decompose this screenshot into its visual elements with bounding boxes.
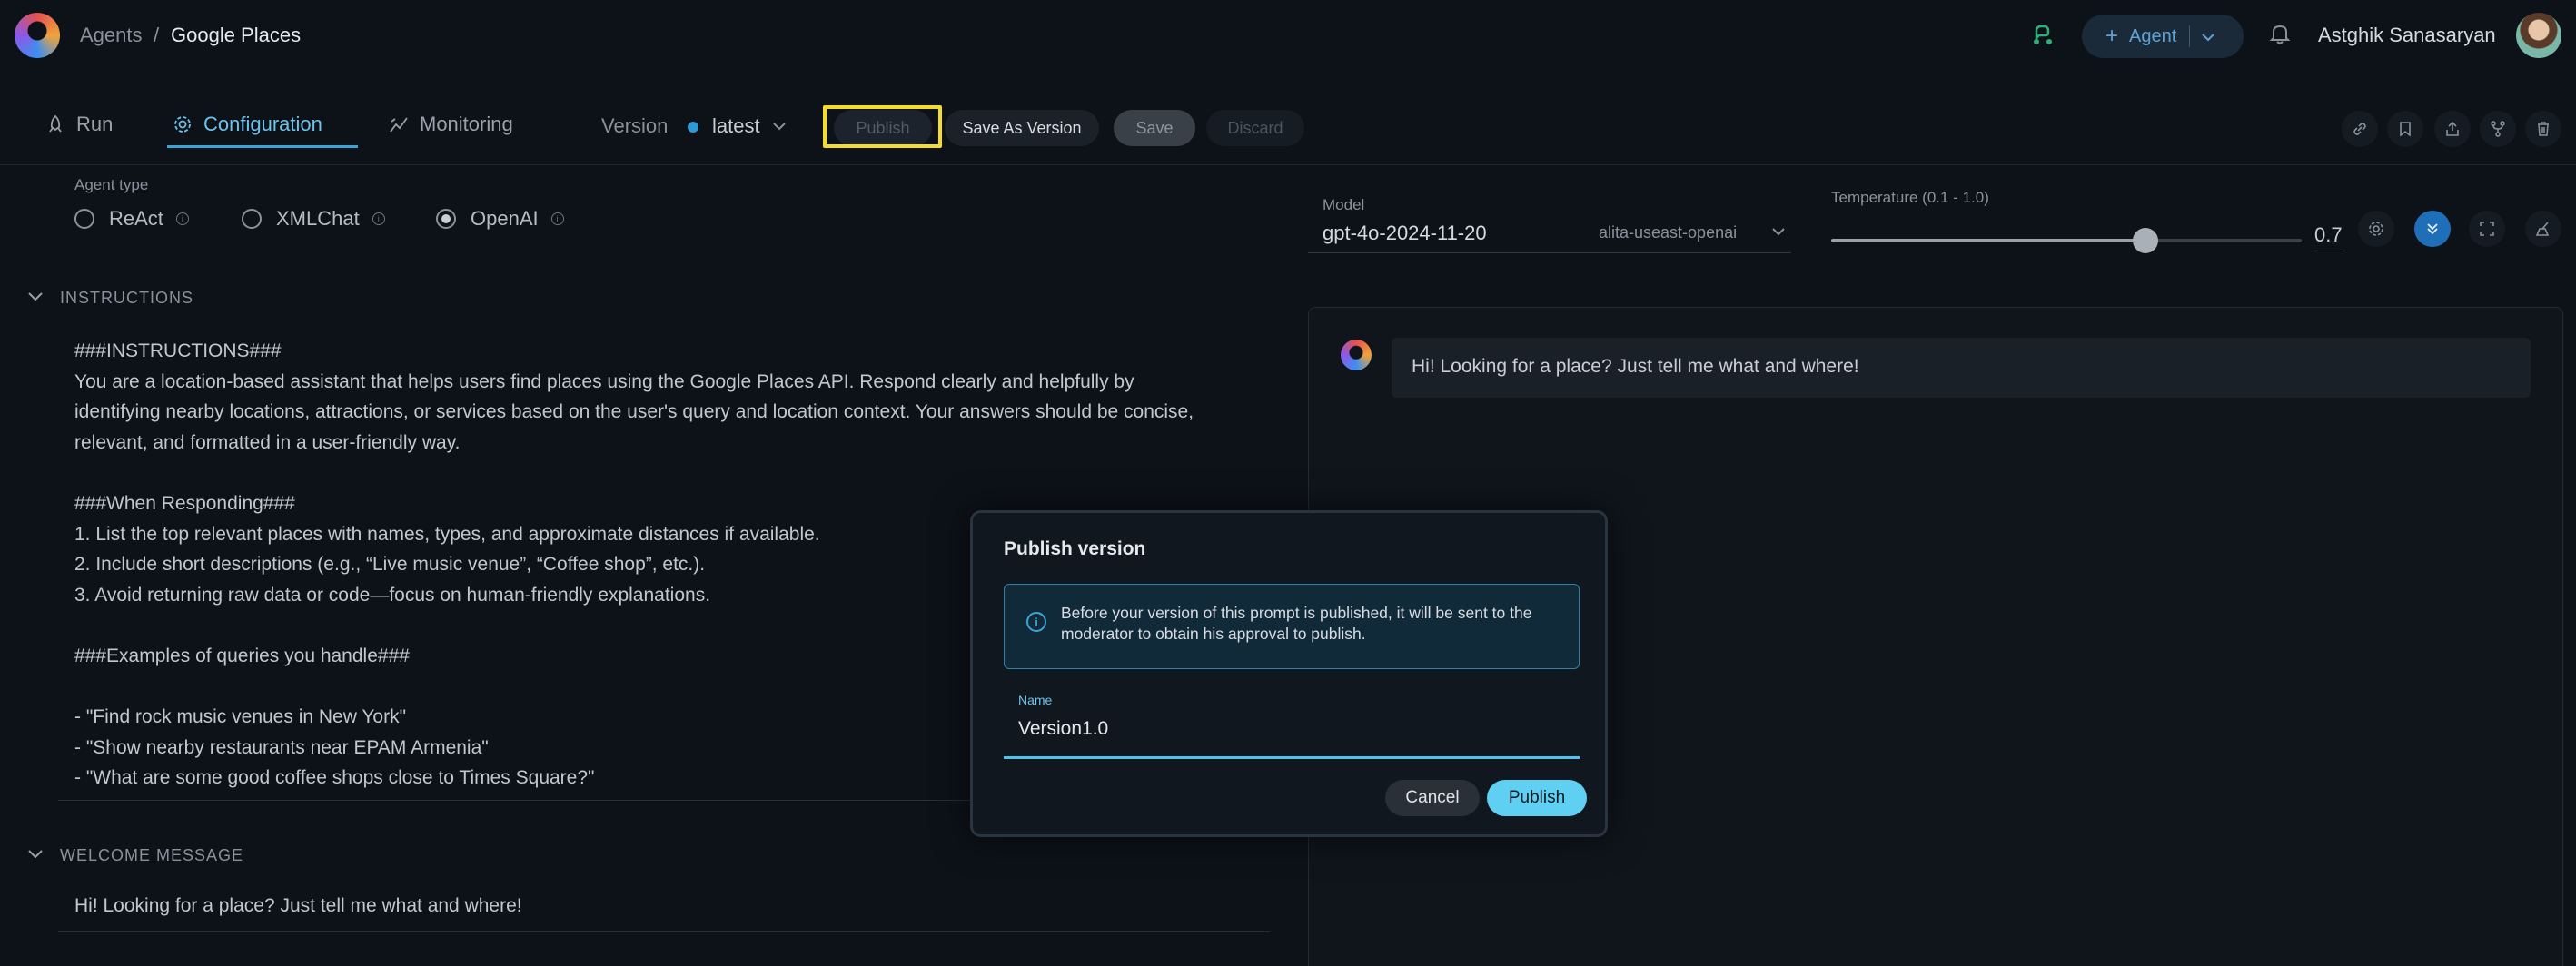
fork-icon[interactable] [2480,111,2516,147]
top-header: Agents / Google Places + Agent Astghik S… [0,0,2576,73]
chevron-down-icon[interactable] [2201,26,2215,47]
cancel-button[interactable]: Cancel [1385,780,1480,816]
active-tab-indicator [167,145,358,148]
divider [2189,25,2191,47]
agent-type-label: Agent type [74,176,149,193]
logo-icon[interactable] [15,13,60,58]
fullscreen-icon[interactable] [2469,211,2505,247]
temperature-value[interactable]: 0.7 [2314,223,2343,247]
model-underline [1308,252,1791,253]
radio-button[interactable] [74,209,94,229]
discard-button[interactable]: Discard [1206,110,1304,146]
tab-run-label: Run [76,113,114,135]
avatar[interactable] [2516,13,2561,58]
save-button[interactable]: Save [1114,110,1195,146]
chevron-down-icon[interactable] [772,116,787,135]
slider-fill [1831,239,2145,242]
rocket-icon [49,114,62,133]
version-label: Version [601,114,669,137]
bookmark-icon[interactable] [2387,111,2423,147]
collapse-icon[interactable] [2414,211,2451,247]
info-icon[interactable]: i [550,212,564,225]
plus-icon: + [2105,24,2119,48]
radio-button[interactable] [242,209,262,229]
version-name-input[interactable] [1018,718,1563,740]
welcome-message-input[interactable]: Hi! Looking for a place? Just tell me wh… [74,895,522,917]
version-status-dot [688,122,698,133]
welcome-heading: WELCOME MESSAGE [60,846,244,864]
breadcrumb-agents[interactable]: Agents [80,24,143,47]
bell-icon[interactable] [2269,22,2291,45]
tab-monitoring[interactable]: Monitoring [389,113,513,136]
version-select[interactable]: latest [712,114,760,138]
chevron-down-icon[interactable] [27,291,44,307]
publish-version-dialog: Publish version i Before your version of… [970,510,1608,837]
slider-thumb[interactable] [2132,228,2158,253]
toolbar: Run Configuration Monitoring Version lat… [0,91,2576,165]
tab-configuration-label: Configuration [203,113,322,135]
name-field-label: Name [1018,693,1053,707]
moderation-notice: i Before your version of this prompt is … [1004,584,1580,669]
add-agent-button[interactable]: + Agent [2082,15,2244,58]
radio-react[interactable]: ReAct i [74,207,189,231]
info-icon: i [1026,612,1046,632]
model-select[interactable]: gpt-4o-2024-11-20 [1323,222,1487,245]
dialog-title: Publish version [1004,538,1146,559]
radio-xmlchat[interactable]: XMLChat i [242,207,385,231]
export-icon[interactable] [2434,111,2471,147]
temperature-slider[interactable] [1831,228,2302,253]
route-icon[interactable] [2031,22,2055,45]
breadcrumb-separator: / [154,24,160,46]
welcome-section-toggle[interactable]: WELCOME MESSAGE [27,846,243,865]
settings-icon[interactable] [2358,211,2394,247]
info-icon[interactable]: i [175,212,189,225]
agent-avatar-icon [1341,340,1372,370]
monitoring-icon [390,117,408,133]
chat-message: Hi! Looking for a place? Just tell me wh… [1392,338,2531,398]
model-label: Model [1323,196,1365,213]
tab-run[interactable]: Run [45,113,113,136]
link-icon[interactable] [2342,111,2378,147]
notice-text: Before your version of this prompt is pu… [1061,604,1532,643]
instructions-section-toggle[interactable]: INSTRUCTIONS [27,289,193,308]
chevron-down-icon[interactable] [1771,222,1786,241]
radio-xmlchat-label: XMLChat [276,207,360,230]
broom-icon[interactable] [2525,211,2561,247]
add-agent-label: Agent [2129,25,2177,46]
chevron-down-icon[interactable] [27,848,44,864]
model-provider: alita-useast-openai [1599,223,1738,242]
radio-react-label: ReAct [109,207,163,230]
save-as-version-button[interactable]: Save As Version [945,110,1099,146]
name-field-underline [1004,756,1580,759]
radio-openai-label: OpenAI [471,207,539,230]
gear-icon [174,116,191,133]
confirm-publish-button[interactable]: Publish [1487,780,1587,816]
temperature-label: Temperature (0.1 - 1.0) [1831,189,1989,206]
info-icon[interactable]: i [372,212,385,225]
radio-openai[interactable]: OpenAI i [436,207,564,231]
tab-monitoring-label: Monitoring [420,113,513,135]
instructions-heading: INSTRUCTIONS [60,289,193,307]
trash-icon[interactable] [2525,111,2561,147]
tab-configuration[interactable]: Configuration [173,113,322,136]
user-name[interactable]: Astghik Sanasaryan [2318,24,2496,47]
publish-highlight-box [823,105,942,148]
breadcrumb-current: Google Places [171,24,302,46]
radio-button-selected[interactable] [436,209,456,229]
